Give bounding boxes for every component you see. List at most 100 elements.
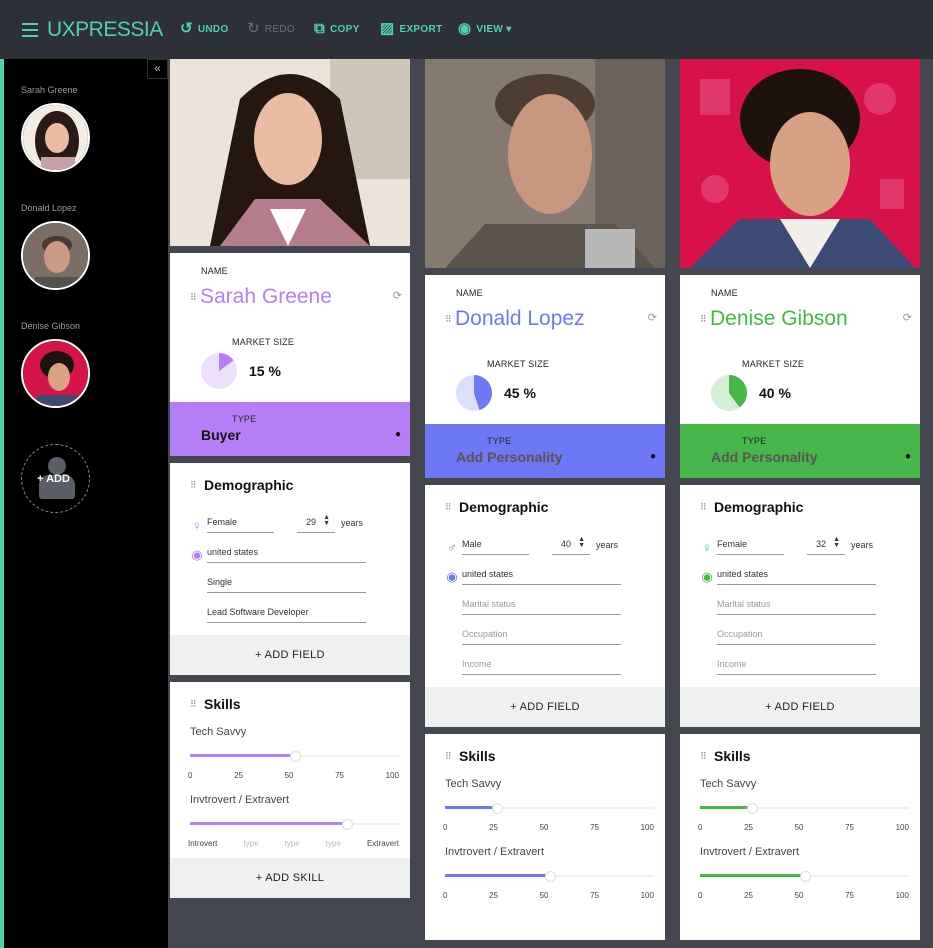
market-size-value[interactable]: 15 %: [249, 363, 281, 379]
drag-handle-icon[interactable]: ⠿: [700, 751, 710, 762]
stepper-arrows-icon[interactable]: ▲ ▼: [578, 536, 585, 549]
marital-field[interactable]: Single: [207, 577, 366, 593]
slider-handle[interactable]: [799, 871, 811, 882]
demographic-field-row: Lead Software Developer: [170, 593, 410, 623]
copy-button[interactable]: ⧉ COPY: [314, 21, 360, 36]
avatar[interactable]: [21, 339, 90, 408]
undo-button[interactable]: ↺ UNDO: [180, 21, 229, 36]
location-row: ◉ united states: [170, 533, 410, 563]
refresh-icon[interactable]: ⟳: [648, 311, 657, 324]
slider-tick-label: type: [284, 839, 300, 848]
drag-handle-icon[interactable]: ⠿: [445, 502, 455, 513]
slider-tick-label: 50: [794, 823, 804, 832]
type-bar[interactable]: TYPE Add Personality ●: [680, 424, 920, 478]
add-field-button[interactable]: + ADD FIELD: [680, 687, 920, 727]
persona-photo[interactable]: [170, 59, 410, 246]
skill-slider[interactable]: [190, 819, 399, 830]
add-persona-label: + ADD: [37, 473, 70, 485]
persona-name[interactable]: Donald Lopez: [455, 307, 585, 331]
name-label: NAME: [711, 288, 738, 298]
age-stepper[interactable]: 32 ▲ ▼: [807, 536, 845, 555]
slider-tick-label: 100: [385, 771, 399, 780]
lightbulb-icon[interactable]: ●: [395, 429, 401, 440]
gender-field[interactable]: Female: [717, 539, 784, 555]
drag-handle-icon[interactable]: ⠿: [445, 751, 455, 762]
lightbulb-icon[interactable]: ●: [650, 451, 656, 462]
name-label: NAME: [201, 266, 228, 276]
gender-field[interactable]: Female: [207, 517, 274, 533]
age-stepper[interactable]: 29 ▲ ▼: [297, 514, 335, 533]
slider-handle[interactable]: [544, 871, 556, 882]
view-button[interactable]: ◉ VIEW ▾: [458, 21, 512, 36]
type-value[interactable]: Add Personality: [456, 449, 665, 465]
sidebar-persona-sarah[interactable]: Sarah Greene: [21, 85, 90, 172]
sidebar-persona-denise[interactable]: Denise Gibson: [21, 321, 90, 408]
market-size-value[interactable]: 45 %: [504, 385, 536, 401]
slider-handle[interactable]: [341, 819, 353, 830]
sidebar-persona-donald[interactable]: Donald Lopez: [21, 203, 90, 290]
skill-slider[interactable]: [700, 871, 909, 882]
drag-handle-icon[interactable]: ⠿: [190, 480, 200, 491]
occupation-field[interactable]: Occupation: [717, 629, 876, 645]
age-stepper[interactable]: 40 ▲ ▼: [552, 536, 590, 555]
avatar[interactable]: [21, 103, 90, 172]
avatar[interactable]: [21, 221, 90, 290]
drag-handle-icon[interactable]: ⠿: [190, 699, 200, 710]
persona-photo[interactable]: [680, 59, 920, 268]
location-field[interactable]: united states: [462, 569, 621, 585]
add-field-button[interactable]: + ADD FIELD: [170, 635, 410, 675]
name-card: NAME ⠿ Denise Gibson ⟳ MARKET SIZE 40 % TYPE Ad…: [680, 275, 920, 478]
slider-tick-label: type: [325, 839, 341, 848]
skill-label: Tech Savvy: [190, 726, 247, 738]
type-bar[interactable]: TYPE Add Personality ●: [425, 424, 665, 478]
slider-tick-label: 25: [744, 823, 753, 832]
slider-tick-label: 75: [335, 771, 344, 780]
drag-handle-icon[interactable]: ⠿: [445, 314, 455, 325]
drag-handle-icon[interactable]: ⠿: [700, 502, 710, 513]
market-size-value[interactable]: 40 %: [759, 385, 791, 401]
persona-name[interactable]: Denise Gibson: [710, 307, 848, 331]
slider-ticks: 0 25 50 75 100: [188, 771, 399, 780]
menu-icon[interactable]: [22, 23, 38, 37]
slider-fill: [190, 754, 295, 757]
redo-button[interactable]: ↻ REDO: [247, 21, 295, 36]
occupation-field[interactable]: Lead Software Developer: [207, 607, 366, 623]
skill-slider[interactable]: [190, 751, 399, 762]
skill-slider[interactable]: [445, 871, 654, 882]
refresh-icon[interactable]: ⟳: [903, 311, 912, 324]
slider-handle[interactable]: [492, 803, 504, 814]
persona-name[interactable]: Sarah Greene: [200, 285, 332, 309]
section-title: Skills: [714, 748, 751, 764]
type-value[interactable]: Buyer: [201, 427, 410, 443]
type-bar[interactable]: TYPE Buyer ●: [170, 402, 410, 456]
type-value[interactable]: Add Personality: [711, 449, 920, 465]
persona-sidebar: « Sarah Greene Donald Lopez Denise Gibso…: [0, 59, 168, 948]
income-field[interactable]: Income: [717, 659, 876, 675]
stepper-arrows-icon[interactable]: ▲ ▼: [323, 514, 330, 527]
skill-slider[interactable]: [700, 803, 909, 814]
gender-field[interactable]: Male: [462, 539, 529, 555]
marital-field[interactable]: Marital status: [462, 599, 621, 615]
occupation-field[interactable]: Occupation: [462, 629, 621, 645]
location-field[interactable]: united states: [717, 569, 876, 585]
income-field[interactable]: Income: [462, 659, 621, 675]
drag-handle-icon[interactable]: ⠿: [700, 314, 710, 325]
skills-card: ⠿ Skills Tech Savvy 0 25 50 75 100 Invtrovert / …: [425, 734, 665, 940]
collapse-sidebar-button[interactable]: «: [147, 59, 168, 79]
years-label: years: [341, 518, 364, 528]
drag-handle-icon[interactable]: ⠿: [190, 292, 200, 303]
lightbulb-icon[interactable]: ●: [905, 451, 911, 462]
app-logo[interactable]: UXPRESSIA: [22, 18, 163, 42]
stepper-arrows-icon[interactable]: ▲ ▼: [833, 536, 840, 549]
refresh-icon[interactable]: ⟳: [393, 289, 402, 302]
location-field[interactable]: united states: [207, 547, 366, 563]
slider-handle[interactable]: [747, 803, 759, 814]
marital-field[interactable]: Marital status: [717, 599, 876, 615]
add-persona-button[interactable]: + ADD: [21, 444, 90, 513]
skill-slider[interactable]: [445, 803, 654, 814]
slider-handle[interactable]: [289, 751, 301, 762]
add-skill-button[interactable]: + ADD SKILL: [170, 858, 410, 898]
add-field-button[interactable]: + ADD FIELD: [425, 687, 665, 727]
export-button[interactable]: ▨ EXPORT: [380, 21, 442, 36]
persona-photo[interactable]: [425, 59, 665, 268]
